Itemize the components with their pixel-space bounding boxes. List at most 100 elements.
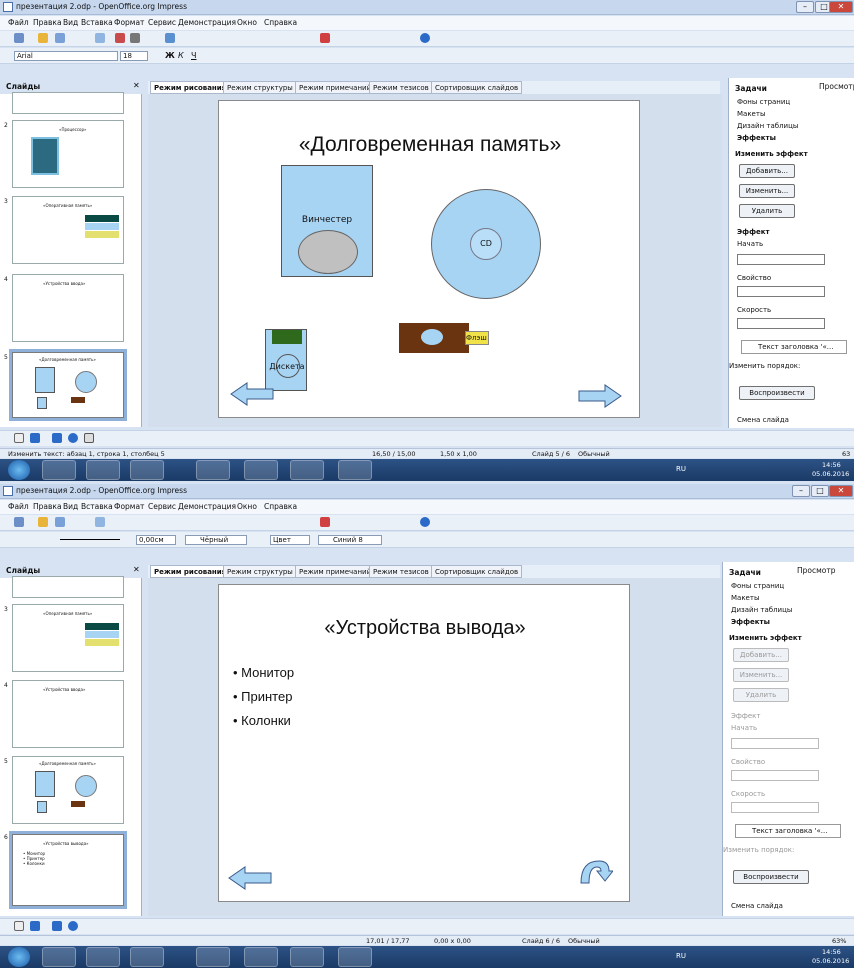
slide-thumb-4[interactable]: «Устройства ввода»: [12, 680, 124, 748]
menu-window[interactable]: Окно: [237, 18, 257, 27]
tab-notes[interactable]: Режим примечаний: [295, 81, 376, 94]
menu-help[interactable]: Справка: [264, 18, 297, 27]
taskbar-app-2[interactable]: [86, 460, 120, 480]
close-button[interactable]: ✕: [829, 485, 853, 497]
slide-thumb-2[interactable]: «Процессор»: [12, 120, 124, 188]
task-item-layouts[interactable]: Макеты: [737, 110, 765, 118]
menu-edit[interactable]: Правка: [33, 18, 62, 27]
save-icon[interactable]: [55, 517, 65, 527]
help-icon[interactable]: [420, 517, 430, 527]
line-style-combo[interactable]: [58, 535, 132, 545]
line-icon[interactable]: [30, 921, 40, 931]
tab-drawing[interactable]: Режим рисования: [150, 565, 231, 578]
task-item-table-design[interactable]: Дизайн таблицы: [731, 606, 792, 614]
tab-outline[interactable]: Режим структуры: [223, 81, 297, 94]
menu-format[interactable]: Формат: [114, 18, 144, 27]
task-item-backgrounds[interactable]: Фоны страниц: [737, 98, 790, 106]
add-effect-button[interactable]: Добавить...: [733, 648, 789, 662]
task-item-layouts[interactable]: Макеты: [731, 594, 759, 602]
edit-file-icon[interactable]: [95, 33, 105, 43]
start-button[interactable]: [8, 460, 30, 480]
print-icon[interactable]: [130, 33, 140, 43]
property-select[interactable]: [731, 770, 819, 781]
slide-thumb-4[interactable]: «Устройства ввода»: [12, 274, 124, 342]
language-indicator[interactable]: RU: [676, 465, 686, 473]
hdd-shape[interactable]: Винчестер: [281, 165, 373, 277]
menu-view[interactable]: Вид: [63, 502, 78, 511]
chart-icon[interactable]: [320, 517, 330, 527]
bullet-item[interactable]: • Принтер: [233, 689, 292, 704]
rectangle-icon[interactable]: [52, 921, 62, 931]
property-select[interactable]: [737, 286, 825, 297]
tab-outline[interactable]: Режим структуры: [223, 565, 297, 578]
minimize-button[interactable]: –: [796, 1, 814, 13]
language-indicator[interactable]: RU: [676, 952, 686, 960]
slide-thumb-2[interactable]: [12, 576, 124, 598]
slide-title[interactable]: «Долговременная память»: [219, 133, 641, 157]
zoom-value[interactable]: 63: [842, 450, 850, 458]
menu-insert[interactable]: Вставка: [81, 18, 113, 27]
taskbar-explorer[interactable]: [290, 947, 324, 967]
tab-handout[interactable]: Режим тезисов: [369, 81, 433, 94]
view-menu[interactable]: Просмотр: [797, 566, 836, 575]
new-icon[interactable]: [14, 517, 24, 527]
effect-list-item[interactable]: Текст заголовка '«...: [735, 824, 841, 838]
line-color-combo[interactable]: Чёрный: [185, 535, 247, 545]
menu-window[interactable]: Окно: [237, 502, 257, 511]
taskbar-skype[interactable]: [244, 460, 278, 480]
bold-button[interactable]: Ж: [165, 51, 175, 60]
view-menu[interactable]: Просмотр: [819, 82, 854, 91]
close-button[interactable]: ✕: [829, 1, 853, 13]
taskbar-app-1[interactable]: [42, 460, 76, 480]
font-name-combo[interactable]: Arial: [14, 51, 118, 61]
fill-type-combo[interactable]: Цвет: [270, 535, 310, 545]
play-button[interactable]: Воспроизвести: [733, 870, 809, 884]
slide-thumb-3[interactable]: «Оперативная память»: [12, 604, 124, 672]
delete-effect-button[interactable]: Удалить: [733, 688, 789, 702]
tab-notes[interactable]: Режим примечаний: [295, 565, 376, 578]
open-icon[interactable]: [38, 517, 48, 527]
close-pane-icon[interactable]: ✕: [133, 565, 140, 574]
taskbar-browser[interactable]: [130, 460, 164, 480]
chart-icon[interactable]: [320, 33, 330, 43]
ellipse-icon[interactable]: [68, 921, 78, 931]
menu-view[interactable]: Вид: [63, 18, 78, 27]
forward-arrow-icon[interactable]: [577, 383, 623, 409]
speed-select[interactable]: [737, 318, 825, 329]
taskbar-browser[interactable]: [130, 947, 164, 967]
menu-edit[interactable]: Правка: [33, 502, 62, 511]
tab-drawing[interactable]: Режим рисования: [150, 81, 231, 94]
taskbar-impress[interactable]: [338, 460, 372, 480]
text-icon[interactable]: [84, 433, 94, 443]
slide-thumb-5[interactable]: «Долговременная память»: [9, 349, 127, 421]
menu-slideshow[interactable]: Демонстрация: [178, 18, 236, 27]
select-icon[interactable]: [14, 433, 24, 443]
change-effect-button[interactable]: Изменить...: [739, 184, 795, 198]
slide-thumb-6[interactable]: «Устройства вывода» • Монитор • Принтер …: [9, 831, 127, 909]
task-item-effects[interactable]: Эффекты: [737, 134, 776, 142]
menu-insert[interactable]: Вставка: [81, 502, 113, 511]
start-button[interactable]: [8, 947, 30, 967]
slide-thumb-1[interactable]: [12, 92, 124, 114]
taskbar-word[interactable]: [196, 947, 230, 967]
return-arrow-icon[interactable]: [577, 855, 613, 887]
menu-format[interactable]: Формат: [114, 502, 144, 511]
zoom-value[interactable]: 63%: [832, 937, 846, 945]
taskbar-app-2[interactable]: [86, 947, 120, 967]
menu-help[interactable]: Справка: [264, 502, 297, 511]
help-icon[interactable]: [420, 33, 430, 43]
export-pdf-icon[interactable]: [115, 33, 125, 43]
bullet-item[interactable]: • Колонки: [233, 713, 291, 728]
slide-title[interactable]: «Устройства вывода»: [219, 617, 631, 640]
underline-button[interactable]: Ч: [191, 51, 196, 60]
task-item-backgrounds[interactable]: Фоны страниц: [731, 582, 784, 590]
open-icon[interactable]: [38, 33, 48, 43]
menu-file[interactable]: Файл: [8, 18, 29, 27]
start-select[interactable]: [731, 738, 819, 749]
menu-tools[interactable]: Сервис: [148, 502, 176, 511]
taskbar-explorer[interactable]: [290, 460, 324, 480]
menu-tools[interactable]: Сервис: [148, 18, 176, 27]
flash-shape[interactable]: Флэш: [399, 323, 489, 353]
slide-thumb-3[interactable]: «Оперативная память»: [12, 196, 124, 264]
select-icon[interactable]: [14, 921, 24, 931]
